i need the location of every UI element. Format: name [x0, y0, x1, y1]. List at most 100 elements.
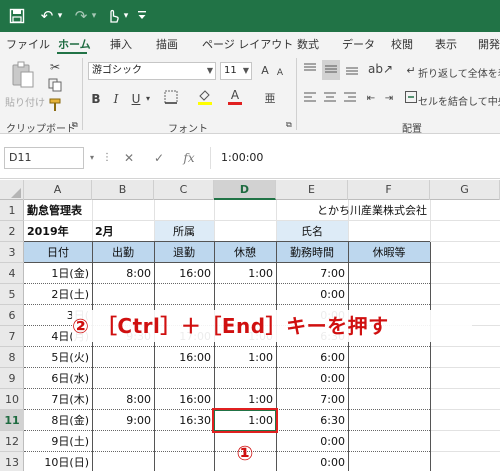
paste-button-label[interactable]: 貼り付け: [5, 94, 45, 109]
cell-c2-affiliation[interactable]: 所属: [154, 221, 214, 242]
touch-mode-icon[interactable]: [104, 6, 122, 26]
name-box-dropdown-icon[interactable]: ▾: [86, 147, 98, 169]
cell-clock-in[interactable]: 8:00: [92, 263, 154, 284]
row-header[interactable]: 8: [0, 347, 24, 368]
row-header-selected[interactable]: 11: [0, 410, 24, 431]
cell-work-hours[interactable]: 0:00: [276, 284, 348, 305]
phonetic-icon[interactable]: 亜: [262, 90, 278, 108]
italic-button[interactable]: I: [108, 90, 124, 108]
tab-draw[interactable]: 描画: [156, 36, 178, 52]
header-break[interactable]: 休憩: [214, 242, 276, 263]
tab-developer[interactable]: 開発: [478, 36, 500, 52]
wrap-text-icon[interactable]: ↵: [404, 62, 418, 80]
cell-break[interactable]: 1:00: [214, 263, 276, 284]
row-header[interactable]: 2: [0, 221, 24, 242]
merge-center-icon[interactable]: [404, 90, 418, 108]
column-header-a[interactable]: A: [24, 180, 92, 200]
font-color-icon[interactable]: A: [226, 88, 244, 105]
undo-icon[interactable]: ↶: [38, 6, 56, 26]
tab-page-layout[interactable]: ページ レイアウト: [202, 36, 293, 52]
row-header[interactable]: 13: [0, 452, 24, 471]
column-header-f[interactable]: F: [348, 180, 430, 200]
format-painter-icon[interactable]: [46, 98, 64, 117]
cell-date[interactable]: 7日(木): [24, 389, 92, 410]
merge-center-button[interactable]: セルを結合して中央: [418, 93, 500, 108]
align-center-icon[interactable]: [322, 90, 338, 108]
underline-dropdown-icon[interactable]: ▾: [144, 90, 152, 108]
cell-date[interactable]: 2日(土): [24, 284, 92, 305]
cancel-icon[interactable]: ✕: [120, 147, 138, 169]
clipboard-launcher-icon[interactable]: ⧉: [72, 120, 78, 130]
touch-mode-dropdown-icon[interactable]: ▾: [121, 6, 131, 26]
cell-clock-out[interactable]: 16:00: [154, 389, 214, 410]
font-launcher-icon[interactable]: ⧉: [286, 120, 292, 130]
cell-a1-title[interactable]: 勤怠管理表: [24, 200, 85, 221]
cell-date[interactable]: 8日(金): [24, 410, 92, 431]
cell-date[interactable]: 1日(金): [24, 263, 92, 284]
cell-work-hours[interactable]: 0:00: [276, 452, 348, 471]
copy-icon[interactable]: [46, 78, 64, 97]
undo-dropdown-icon[interactable]: ▾: [55, 6, 65, 26]
tab-file[interactable]: ファイル: [6, 36, 50, 52]
row-header[interactable]: 6: [0, 305, 24, 326]
insert-function-icon[interactable]: fx: [180, 147, 198, 169]
tab-view[interactable]: 表示: [435, 36, 457, 52]
column-header-b[interactable]: B: [92, 180, 154, 200]
cell-date[interactable]: 6日(水): [24, 368, 92, 389]
header-leave[interactable]: 休暇等: [348, 242, 430, 263]
indent-decrease-icon[interactable]: ⇤: [364, 90, 378, 108]
font-name-combo[interactable]: 游ゴシック ▼: [88, 62, 216, 80]
align-middle-icon[interactable]: [322, 60, 340, 80]
column-header-d[interactable]: D: [214, 180, 276, 200]
row-header[interactable]: 5: [0, 284, 24, 305]
column-header-g[interactable]: G: [430, 180, 500, 200]
fill-color-icon[interactable]: [196, 88, 214, 111]
cell-break[interactable]: 1:00: [214, 347, 276, 368]
cell-clock-out[interactable]: 16:00: [154, 347, 214, 368]
cell-date[interactable]: 10日(日): [24, 452, 92, 471]
tab-insert[interactable]: 挿入: [110, 36, 132, 52]
cell-date[interactable]: 5日(火): [24, 347, 92, 368]
select-all-corner[interactable]: [0, 180, 24, 200]
row-header[interactable]: 7: [0, 326, 24, 347]
header-date[interactable]: 日付: [24, 242, 92, 263]
header-clock-in[interactable]: 出勤: [92, 242, 154, 263]
grow-font-icon[interactable]: A: [258, 62, 272, 80]
cell-clock-in[interactable]: 9:00: [92, 410, 154, 431]
header-work-hours[interactable]: 勤務時間: [276, 242, 348, 263]
customize-qat-icon[interactable]: [136, 6, 148, 26]
name-box[interactable]: D11: [4, 147, 84, 169]
row-header[interactable]: 4: [0, 263, 24, 284]
column-header-c[interactable]: C: [154, 180, 214, 200]
font-size-combo[interactable]: 11 ▼: [220, 62, 252, 80]
row-header[interactable]: 1: [0, 200, 24, 221]
cell-work-hours[interactable]: 0:00: [276, 431, 348, 452]
tab-review[interactable]: 校閲: [391, 36, 413, 52]
indent-increase-icon[interactable]: ⇥: [382, 90, 396, 108]
align-right-icon[interactable]: [342, 90, 358, 108]
cell-clock-in[interactable]: 8:00: [92, 389, 154, 410]
orientation-icon[interactable]: ab↗: [368, 60, 393, 78]
align-bottom-icon[interactable]: [344, 62, 360, 80]
align-top-icon[interactable]: [302, 62, 318, 80]
cell-clock-out[interactable]: 16:30: [154, 410, 214, 431]
header-clock-out[interactable]: 退勤: [154, 242, 214, 263]
cell-work-hours[interactable]: 6:30: [276, 410, 348, 431]
redo-icon[interactable]: ↷: [72, 6, 90, 26]
formula-input[interactable]: 1:00:00: [210, 147, 500, 169]
underline-button[interactable]: U: [128, 90, 144, 108]
cell-e1-company[interactable]: とかち川産業株式会社: [276, 200, 430, 221]
cell-a2-year[interactable]: 2019年: [24, 221, 72, 242]
tab-home[interactable]: ホーム: [58, 36, 91, 52]
save-icon[interactable]: [6, 6, 28, 26]
cell-work-hours[interactable]: 6:00: [276, 347, 348, 368]
border-icon[interactable]: [162, 90, 180, 109]
align-left-icon[interactable]: [302, 90, 318, 108]
confirm-icon[interactable]: ✓: [150, 147, 168, 169]
redo-dropdown-icon[interactable]: ▾: [89, 6, 99, 26]
tab-formulas[interactable]: 数式: [297, 36, 319, 52]
shrink-font-icon[interactable]: A: [274, 64, 286, 82]
tab-data[interactable]: データ: [342, 36, 375, 52]
wrap-text-button[interactable]: 折り返して全体を表: [418, 65, 500, 80]
row-header[interactable]: 9: [0, 368, 24, 389]
